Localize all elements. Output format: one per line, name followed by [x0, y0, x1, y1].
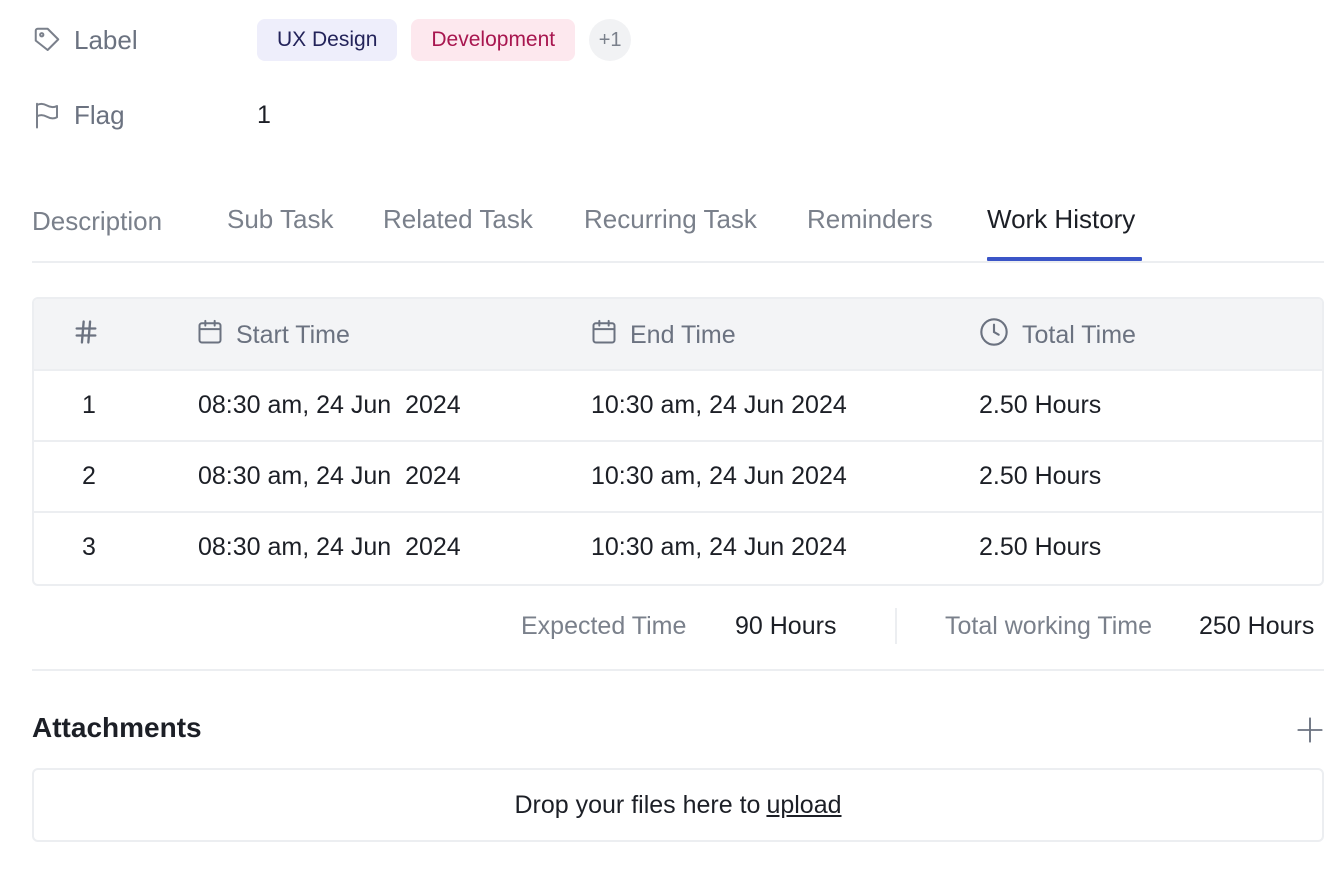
end-time-cell: 10:30 am, 24 Jun 2024	[591, 462, 847, 490]
tag-icon	[32, 25, 62, 55]
total-time-header-label: Total Time	[1022, 320, 1136, 349]
attachments-title: Attachments	[32, 712, 202, 743]
flag-property-name: Flag	[74, 99, 125, 130]
table-row[interactable]: 3 08:30 am, 24 Jun 2024 10:30 am, 24 Jun…	[34, 513, 1322, 584]
start-time-cell: 08:30 am, 24 Jun 2024	[198, 533, 461, 561]
column-header-end-time[interactable]: End Time	[590, 299, 736, 371]
row-number: 1	[82, 391, 96, 419]
total-working-time-value: 250 Hours	[1199, 611, 1315, 640]
tab-related-task[interactable]: Related Task	[383, 204, 533, 235]
dropzone-text: Drop your files here to	[514, 790, 761, 819]
tab-bar: Description Sub Task Related Task Recurr…	[32, 196, 1324, 263]
end-time-header-label: End Time	[630, 320, 736, 349]
total-time-cell: 2.50 Hours	[979, 533, 1102, 561]
tag-ux-design[interactable]: UX Design	[257, 19, 398, 61]
expected-time-label: Expected Time	[521, 611, 687, 640]
label-property: Label UX Design Development +1	[32, 18, 632, 62]
total-working-time-label: Total working Time	[945, 611, 1153, 640]
column-header-total-time[interactable]: Total Time	[978, 299, 1136, 371]
summary-divider	[895, 608, 897, 644]
table-row[interactable]: 2 08:30 am, 24 Jun 2024 10:30 am, 24 Jun…	[34, 442, 1322, 513]
clock-icon	[978, 316, 1022, 355]
table-row[interactable]: 1 08:30 am, 24 Jun 2024 10:30 am, 24 Jun…	[34, 371, 1322, 442]
end-time-cell: 10:30 am, 24 Jun 2024	[591, 533, 847, 561]
start-time-cell: 08:30 am, 24 Jun 2024	[198, 462, 461, 490]
label-tags: UX Design Development +1	[257, 19, 632, 61]
tag-development[interactable]: Development	[411, 19, 576, 61]
calendar-icon	[196, 318, 236, 353]
row-number: 3	[82, 533, 96, 561]
label-property-name: Label	[74, 24, 138, 55]
file-dropzone[interactable]: Drop your files here to upload	[32, 768, 1324, 842]
table-header: Start Time End Time Total Time	[34, 299, 1322, 371]
plus-icon	[1297, 717, 1323, 743]
tab-reminders[interactable]: Reminders	[807, 204, 933, 235]
column-header-start-time[interactable]: Start Time	[196, 299, 350, 371]
tab-description[interactable]: Description	[32, 206, 162, 237]
start-time-cell: 08:30 am, 24 Jun 2024	[198, 391, 461, 419]
tab-work-history[interactable]: Work History	[987, 204, 1135, 235]
total-time-cell: 2.50 Hours	[979, 391, 1102, 419]
active-tab-indicator	[987, 257, 1142, 261]
start-time-header-label: Start Time	[236, 320, 350, 349]
row-number: 2	[82, 462, 96, 490]
calendar-icon	[590, 318, 630, 353]
add-attachment-button[interactable]	[1296, 716, 1324, 744]
upload-link[interactable]: upload	[766, 791, 841, 820]
section-divider	[32, 669, 1324, 671]
hash-icon	[72, 318, 112, 353]
tab-recurring-task[interactable]: Recurring Task	[584, 204, 757, 235]
flag-icon	[32, 100, 62, 130]
flag-property: Flag 1	[32, 93, 271, 137]
expected-time-value: 90 Hours	[735, 611, 837, 640]
end-time-cell: 10:30 am, 24 Jun 2024	[591, 391, 847, 419]
more-tags-badge[interactable]: +1	[589, 19, 632, 61]
total-time-cell: 2.50 Hours	[979, 462, 1102, 490]
tab-sub-task[interactable]: Sub Task	[227, 204, 333, 235]
work-history-table: Start Time End Time Total Time 1 08:30 a	[32, 297, 1324, 586]
column-header-number	[72, 299, 112, 371]
flag-value[interactable]: 1	[257, 101, 271, 130]
